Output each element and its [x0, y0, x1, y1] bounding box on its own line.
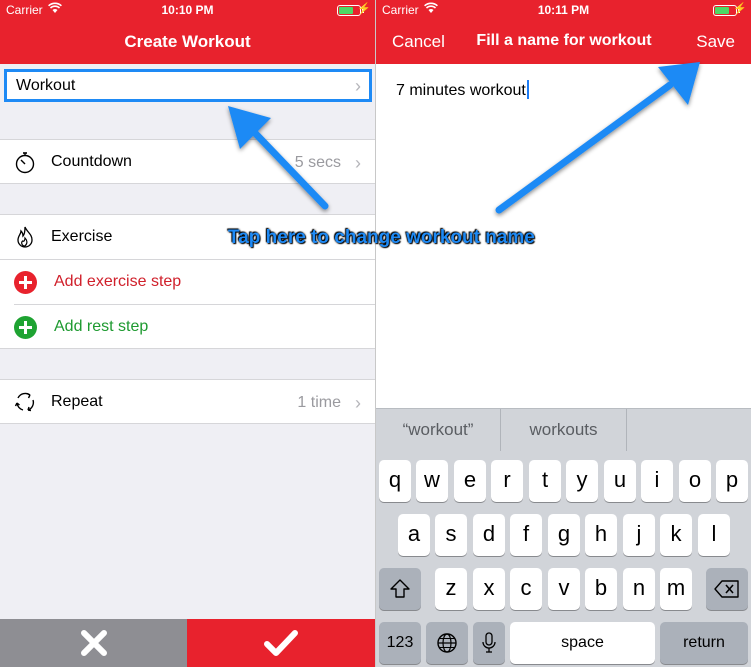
arrow-to-save-button — [495, 62, 700, 214]
annotation-label: Tap here to change workout name — [228, 227, 535, 248]
annotation-arrows — [228, 62, 700, 214]
arrow-to-workout-row — [228, 106, 329, 210]
